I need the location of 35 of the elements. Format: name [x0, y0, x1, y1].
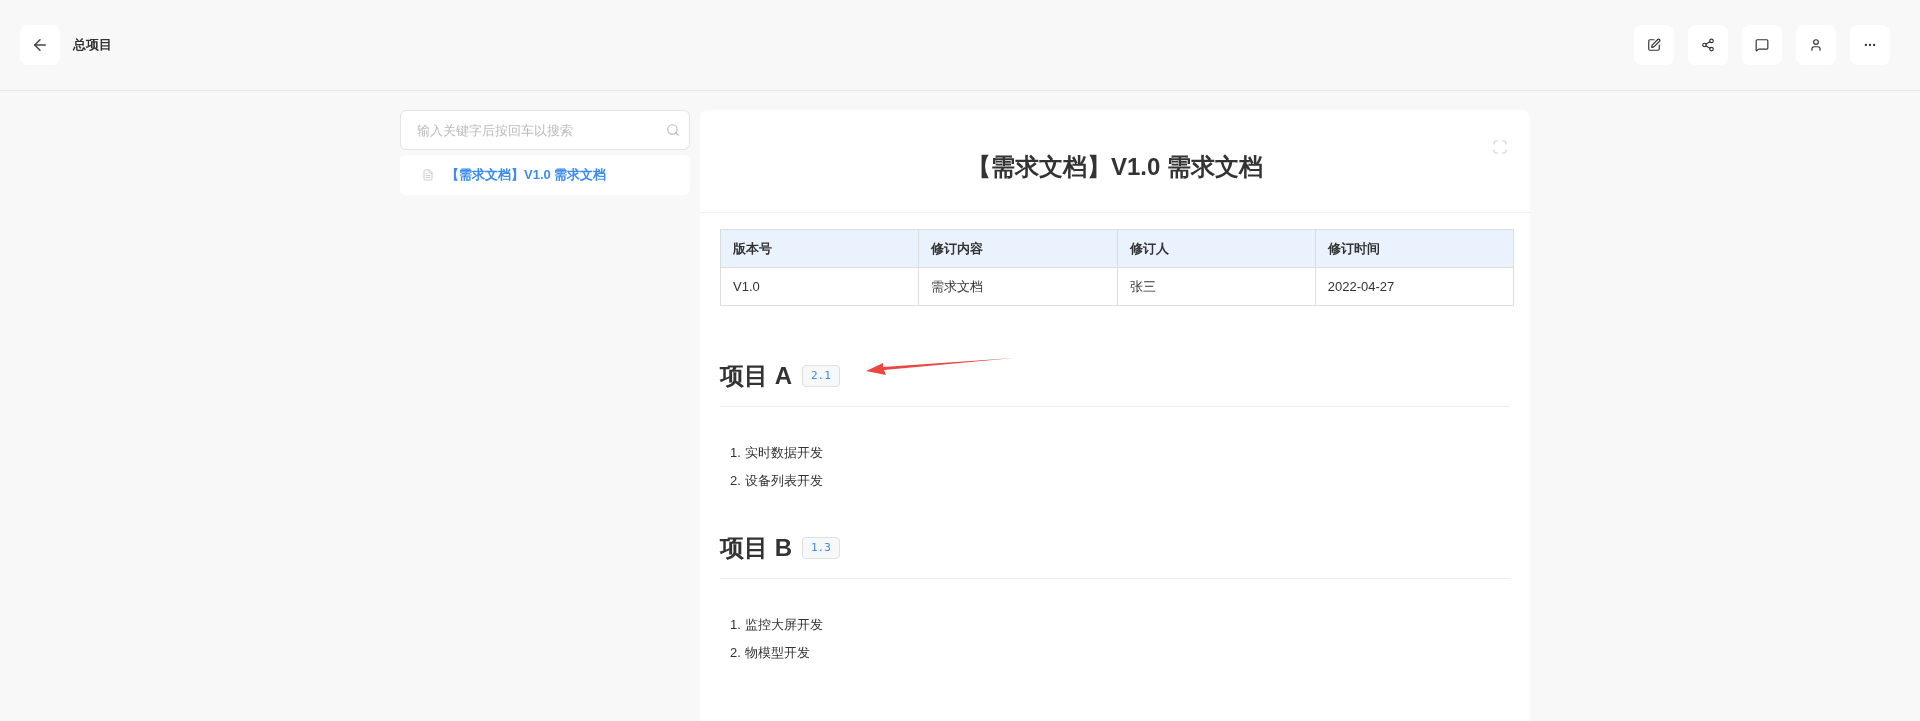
share-button[interactable]	[1688, 25, 1728, 65]
table-cell: 张三	[1117, 267, 1316, 306]
page-title: 总项目	[73, 36, 112, 55]
comment-icon	[1755, 38, 1769, 52]
table-cell: 需求文档	[918, 267, 1117, 306]
back-button[interactable]	[20, 25, 60, 65]
list-number: 1.	[730, 616, 741, 634]
table-cell: 2022-04-27	[1315, 267, 1514, 306]
user-icon	[1809, 38, 1823, 52]
column-header: 修订内容	[918, 229, 1117, 268]
version-tag: 2.1	[802, 364, 840, 388]
list-number: 2.	[730, 471, 741, 490]
section-heading: 项目 A	[720, 361, 792, 391]
list-number: 1.	[730, 444, 741, 462]
column-header: 版本号	[720, 229, 919, 268]
document-title: 【需求文档】V1.0 需求文档	[966, 152, 1263, 182]
version-tag: 1.3	[802, 536, 840, 560]
table-cell: V1.0	[720, 267, 919, 306]
comment-button[interactable]	[1742, 25, 1782, 65]
document-list-item[interactable]: 【需求文档】V1.0 需求文档	[400, 155, 690, 195]
document-icon	[422, 169, 434, 181]
column-header: 修订人	[1117, 229, 1316, 268]
column-header: 修订时间	[1315, 229, 1514, 268]
search-icon	[666, 123, 680, 137]
list-item-text: 实时数据开发	[744, 444, 823, 462]
list-item-text: 监控大屏开发	[744, 616, 823, 634]
list-item-text: 设备列表开发	[744, 471, 823, 490]
edit-icon	[1647, 38, 1661, 52]
edit-button[interactable]	[1634, 25, 1674, 65]
user-button[interactable]	[1796, 25, 1836, 65]
list-item-text: 物模型开发	[744, 643, 810, 662]
section-heading: 项目 B	[720, 533, 792, 563]
share-icon	[1701, 38, 1715, 52]
search-field[interactable]: 输入关键字后按回车以搜索	[400, 110, 690, 150]
list-number: 2.	[730, 643, 741, 662]
